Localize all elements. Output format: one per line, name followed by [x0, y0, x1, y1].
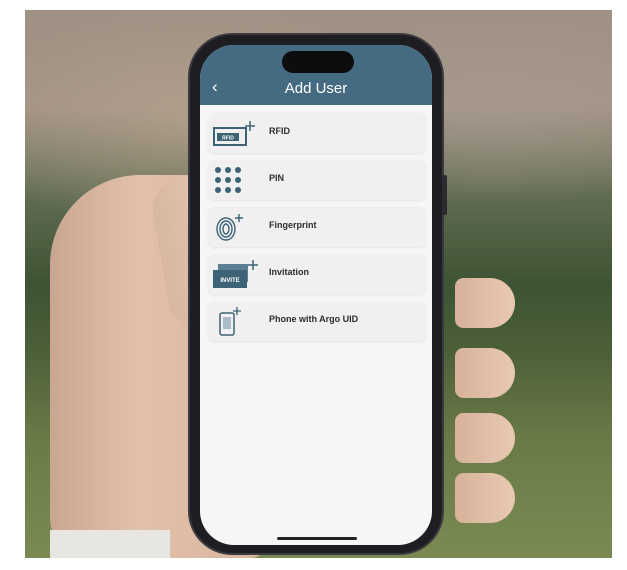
rfid-card-text: RFID	[222, 136, 234, 142]
pin-keypad-icon	[215, 167, 241, 193]
option-phone-argo-uid[interactable]: Phone with Argo UID	[208, 301, 426, 341]
option-invitation[interactable]: INVITE Invitation	[208, 254, 426, 294]
option-label: RFID	[269, 126, 290, 136]
option-label: PIN	[269, 173, 285, 183]
side-button	[442, 175, 447, 215]
rfid-card-icon: RFID	[213, 121, 255, 146]
option-pin[interactable]: PIN	[208, 160, 426, 200]
option-rfid[interactable]: RFID RFID	[208, 113, 426, 153]
invite-card-text: INVITE	[220, 278, 239, 284]
fingerprint-icon	[216, 214, 243, 241]
sleeve	[50, 530, 170, 558]
app-header: ‹ Add User	[200, 45, 432, 105]
dynamic-island	[282, 51, 354, 73]
page-title: Add User	[284, 80, 348, 97]
option-fingerprint[interactable]: Fingerprint	[208, 207, 426, 247]
option-label: Fingerprint	[269, 220, 317, 230]
home-indicator[interactable]	[277, 537, 357, 540]
phone-icon	[219, 307, 241, 336]
option-label: Invitation	[269, 267, 309, 277]
option-label: Phone with Argo UID	[269, 314, 359, 324]
phone-screen: ‹ Add User RFID RFID PIN Fingerprint INV…	[200, 45, 432, 545]
invitation-card-icon: INVITE	[213, 260, 258, 288]
fingers	[455, 278, 525, 528]
add-user-options: RFID RFID PIN Fingerprint INVITE Invitat…	[208, 113, 432, 348]
